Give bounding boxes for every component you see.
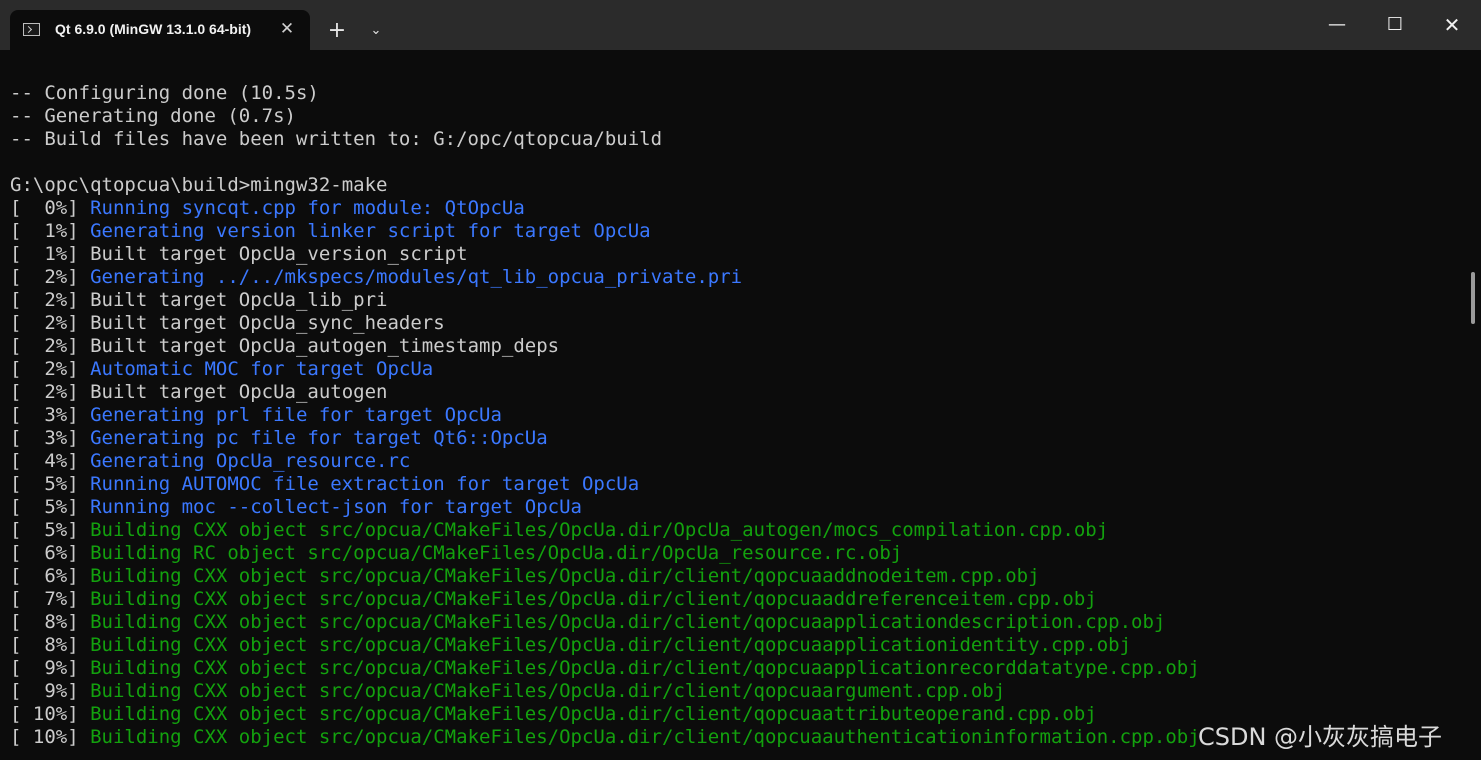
terminal-line: [ 3%] Generating pc file for target Qt6:…	[10, 427, 1460, 450]
line-text: G:\opc\qtopcua\build>mingw32-make	[10, 174, 388, 196]
terminal-line: [ 6%] Building RC object src/opcua/CMake…	[10, 542, 1460, 565]
line-text: Running moc --collect-json for target Op…	[90, 496, 582, 518]
minimize-button[interactable]: —	[1308, 0, 1366, 50]
terminal-line: [ 1%] Built target OpcUa_version_script	[10, 243, 1460, 266]
terminal-line: [ 2%] Built target OpcUa_autogen	[10, 381, 1460, 404]
chevron-down-icon[interactable]: ⌄	[362, 17, 390, 45]
terminal-line: [ 2%] Generating ../../mkspecs/modules/q…	[10, 266, 1460, 289]
terminal-line: [ 2%] Built target OpcUa_sync_headers	[10, 312, 1460, 335]
line-text: Building CXX object src/opcua/CMakeFiles…	[90, 680, 1006, 702]
line-text: Built target OpcUa_version_script	[90, 243, 468, 265]
progress-percent: [ 8%]	[10, 634, 91, 656]
scrollbar-thumb[interactable]	[1471, 272, 1475, 324]
line-text: Generating prl file for target OpcUa	[90, 404, 502, 426]
line-text: Generating ../../mkspecs/modules/qt_lib_…	[90, 266, 743, 288]
terminal-line: [ 2%] Built target OpcUa_lib_pri	[10, 289, 1460, 312]
new-tab-button[interactable]: +	[323, 17, 351, 45]
line-text: Building CXX object src/opcua/CMakeFiles…	[90, 703, 1097, 725]
tab-close-icon[interactable]: ✕	[277, 19, 297, 39]
line-text: Built target OpcUa_autogen	[90, 381, 388, 403]
line-text: Automatic MOC for target OpcUa	[90, 358, 434, 380]
line-text: Generating version linker script for tar…	[90, 220, 651, 242]
progress-percent: [ 2%]	[10, 289, 91, 311]
terminal-line: G:\opc\qtopcua\build>mingw32-make	[10, 174, 1460, 197]
line-text: Building CXX object src/opcua/CMakeFiles…	[90, 611, 1166, 633]
progress-percent: [ 2%]	[10, 266, 91, 288]
watermark: CSDN @小灰灰搞电子	[1198, 723, 1443, 751]
progress-percent: [ 2%]	[10, 335, 91, 357]
line-text: Building CXX object src/opcua/CMakeFiles…	[90, 657, 1200, 679]
progress-percent: [ 8%]	[10, 611, 91, 633]
line-text: Building CXX object src/opcua/CMakeFiles…	[90, 726, 1200, 748]
terminal-line: [ 0%] Running syncqt.cpp for module: QtO…	[10, 197, 1460, 220]
terminal-line: [ 5%] Running moc --collect-json for tar…	[10, 496, 1460, 519]
progress-percent: [ 9%]	[10, 680, 91, 702]
terminal-line: [ 8%] Building CXX object src/opcua/CMak…	[10, 611, 1460, 634]
progress-percent: [ 10%]	[10, 726, 91, 748]
progress-percent: [ 5%]	[10, 473, 91, 495]
maximize-button[interactable]: ☐	[1366, 0, 1424, 50]
terminal-line: -- Build files have been written to: G:/…	[10, 128, 1460, 151]
progress-percent: [ 2%]	[10, 358, 91, 380]
title-bar: Qt 6.9.0 (MinGW 13.1.0 64-bit) ✕ + ⌄ — ☐…	[0, 0, 1481, 50]
terminal-line: [ 7%] Building CXX object src/opcua/CMak…	[10, 588, 1460, 611]
terminal-icon	[23, 23, 40, 36]
line-text: -- Configuring done (10.5s)	[10, 82, 319, 104]
line-text: Building CXX object src/opcua/CMakeFiles…	[90, 588, 1097, 610]
progress-percent: [ 10%]	[10, 703, 91, 725]
terminal-line: [ 2%] Automatic MOC for target OpcUa	[10, 358, 1460, 381]
progress-percent: [ 4%]	[10, 450, 91, 472]
progress-percent: [ 5%]	[10, 496, 91, 518]
line-text: Building RC object src/opcua/CMakeFiles/…	[90, 542, 903, 564]
close-button[interactable]: ✕	[1423, 0, 1481, 50]
line-text: Building CXX object src/opcua/CMakeFiles…	[90, 565, 1040, 587]
progress-percent: [ 0%]	[10, 197, 91, 219]
line-text: Generating OpcUa_resource.rc	[90, 450, 411, 472]
terminal-line: -- Generating done (0.7s)	[10, 105, 1460, 128]
terminal-line: -- Configuring done (10.5s)	[10, 82, 1460, 105]
progress-percent: [ 6%]	[10, 565, 91, 587]
terminal-line: [ 9%] Building CXX object src/opcua/CMak…	[10, 680, 1460, 703]
terminal-line: [ 4%] Generating OpcUa_resource.rc	[10, 450, 1460, 473]
line-text: -- Build files have been written to: G:/…	[10, 128, 663, 150]
tab-title: Qt 6.9.0 (MinGW 13.1.0 64-bit)	[55, 21, 252, 37]
terminal-line: [ 9%] Building CXX object src/opcua/CMak…	[10, 657, 1460, 680]
line-text: -- Generating done (0.7s)	[10, 105, 296, 127]
terminal-line: [ 3%] Generating prl file for target Opc…	[10, 404, 1460, 427]
progress-percent: [ 9%]	[10, 657, 91, 679]
line-text: Running syncqt.cpp for module: QtOpcUa	[90, 197, 525, 219]
progress-percent: [ 2%]	[10, 312, 91, 334]
line-text: Running AUTOMOC file extraction for targ…	[90, 473, 640, 495]
terminal-line: [ 8%] Building CXX object src/opcua/CMak…	[10, 634, 1460, 657]
terminal-line: [ 5%] Running AUTOMOC file extraction fo…	[10, 473, 1460, 496]
line-text: Generating pc file for target Qt6::OpcUa	[90, 427, 548, 449]
progress-percent: [ 7%]	[10, 588, 91, 610]
line-text: Building CXX object src/opcua/CMakeFiles…	[90, 519, 1109, 541]
progress-percent: [ 3%]	[10, 427, 91, 449]
terminal-output[interactable]: -- Configuring done (10.5s) -- Generating…	[10, 82, 1460, 760]
terminal-line: [ 2%] Built target OpcUa_autogen_timesta…	[10, 335, 1460, 358]
progress-percent: [ 3%]	[10, 404, 91, 426]
progress-percent: [ 2%]	[10, 381, 91, 403]
terminal-line: [ 6%] Building CXX object src/opcua/CMak…	[10, 565, 1460, 588]
progress-percent: [ 6%]	[10, 542, 91, 564]
progress-percent: [ 1%]	[10, 220, 91, 242]
line-text: Built target OpcUa_sync_headers	[90, 312, 445, 334]
progress-percent: [ 1%]	[10, 243, 91, 265]
line-text: Building CXX object src/opcua/CMakeFiles…	[90, 634, 1132, 656]
terminal-tab[interactable]: Qt 6.9.0 (MinGW 13.1.0 64-bit) ✕	[10, 10, 310, 50]
terminal-line: [ 5%] Building CXX object src/opcua/CMak…	[10, 519, 1460, 542]
progress-percent: [ 5%]	[10, 519, 91, 541]
terminal-line: [ 1%] Generating version linker script f…	[10, 220, 1460, 243]
line-text: Built target OpcUa_autogen_timestamp_dep…	[90, 335, 560, 357]
line-text: Built target OpcUa_lib_pri	[90, 289, 388, 311]
